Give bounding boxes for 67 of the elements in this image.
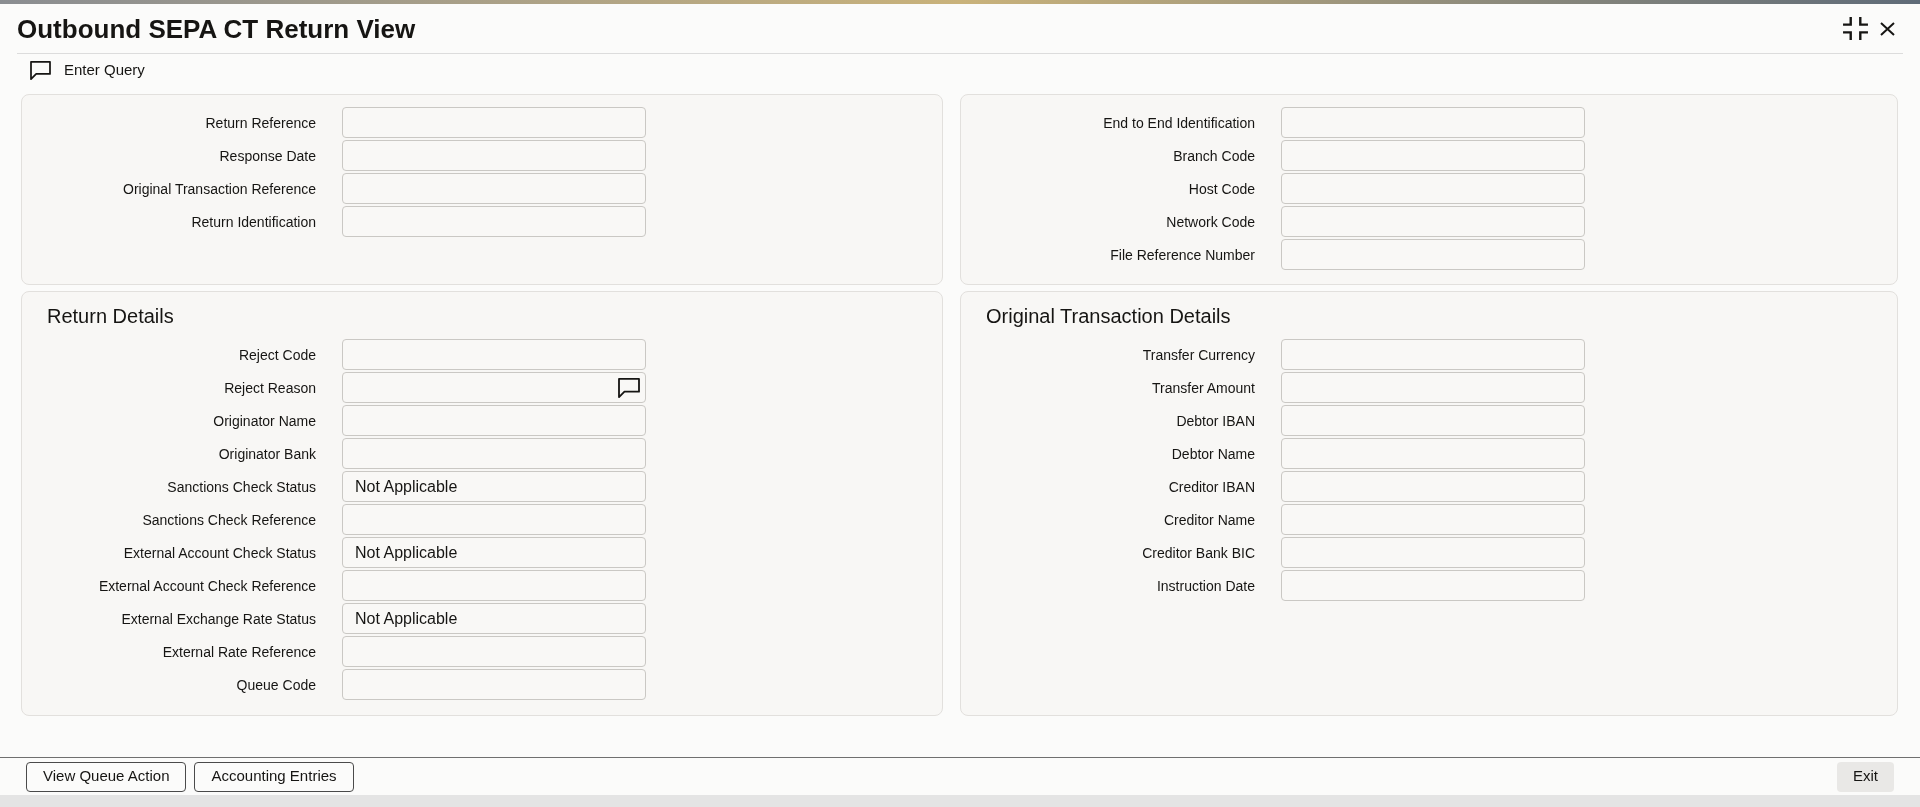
collapse-icon[interactable] <box>1843 17 1868 40</box>
input-field[interactable] <box>342 570 646 601</box>
field-label: External Exchange Rate Status <box>120 609 316 628</box>
field-label: Creditor Name <box>1162 510 1255 529</box>
field-label: Host Code <box>1187 179 1255 198</box>
field-label: File Reference Number <box>1109 245 1255 264</box>
input-field[interactable]: Not Applicable <box>342 471 646 502</box>
field-label: Debtor IBAN <box>1175 411 1255 430</box>
field-label: External Account Check Reference <box>97 576 316 595</box>
field-label: Originator Name <box>212 411 316 430</box>
action-button[interactable]: Accounting Entries <box>194 761 354 792</box>
field-label: Sanctions Check Reference <box>141 510 316 529</box>
field-label: External Rate Reference <box>161 642 316 661</box>
field-label: Return Reference <box>204 113 316 132</box>
input-field[interactable] <box>342 206 646 237</box>
input-field[interactable] <box>342 173 646 204</box>
field-label: Network Code <box>1165 212 1255 231</box>
field-label: Creditor Bank BIC <box>1141 543 1255 562</box>
input-field[interactable]: Not Applicable <box>342 537 646 568</box>
input-field[interactable] <box>1281 438 1585 469</box>
field-label: Original Transaction Reference <box>122 179 316 198</box>
input-field[interactable] <box>1281 173 1585 204</box>
speech-bubble-icon[interactable] <box>618 377 640 398</box>
input-field[interactable] <box>342 140 646 171</box>
input-field[interactable] <box>1281 471 1585 502</box>
field-label: Reject Reason <box>223 378 316 397</box>
field-label: Branch Code <box>1172 146 1255 165</box>
window-title: Outbound SEPA CT Return View <box>17 12 416 45</box>
field-label: Return Identification <box>190 212 316 231</box>
input-field[interactable] <box>342 372 646 403</box>
speech-bubble-icon[interactable] <box>30 60 51 80</box>
input-field[interactable] <box>342 339 646 370</box>
input-field[interactable]: Not Applicable <box>342 603 646 634</box>
field-label: Instruction Date <box>1155 576 1255 595</box>
field-label: Queue Code <box>235 675 316 694</box>
input-field[interactable] <box>1281 140 1585 171</box>
field-label: Transfer Amount <box>1151 378 1255 397</box>
field-label: Reject Code <box>237 345 316 364</box>
input-field[interactable] <box>1281 206 1585 237</box>
exit-button[interactable]: Exit <box>1837 761 1894 792</box>
close-icon[interactable] <box>1880 21 1895 36</box>
input-field[interactable] <box>342 405 646 436</box>
input-field[interactable] <box>342 669 646 700</box>
field-label: Originator Bank <box>217 444 316 463</box>
input-field[interactable] <box>342 438 646 469</box>
input-field[interactable] <box>1281 372 1585 403</box>
field-label: Transfer Currency <box>1141 345 1255 364</box>
input-field[interactable] <box>1281 537 1585 568</box>
enter-query-button[interactable]: Enter Query <box>30 58 145 82</box>
field-label: Debtor Name <box>1170 444 1255 463</box>
input-field[interactable] <box>1281 504 1585 535</box>
input-field[interactable] <box>1281 107 1585 138</box>
field-label: Creditor IBAN <box>1167 477 1255 496</box>
input-field[interactable] <box>1281 405 1585 436</box>
field-label: External Account Check Status <box>122 543 316 562</box>
input-field[interactable] <box>342 504 646 535</box>
field-label: Sanctions Check Status <box>166 477 316 496</box>
input-field[interactable] <box>1281 570 1585 601</box>
input-field[interactable] <box>1281 239 1585 270</box>
input-field[interactable] <box>1281 339 1585 370</box>
action-button[interactable]: View Queue Action <box>26 761 187 792</box>
input-field[interactable] <box>342 636 646 667</box>
field-label: Response Date <box>218 146 316 165</box>
field-label: End to End Identification <box>1102 113 1255 132</box>
section-heading: Original Transaction Details <box>985 304 1232 328</box>
input-field[interactable] <box>342 107 646 138</box>
section-heading: Return Details <box>46 304 175 328</box>
